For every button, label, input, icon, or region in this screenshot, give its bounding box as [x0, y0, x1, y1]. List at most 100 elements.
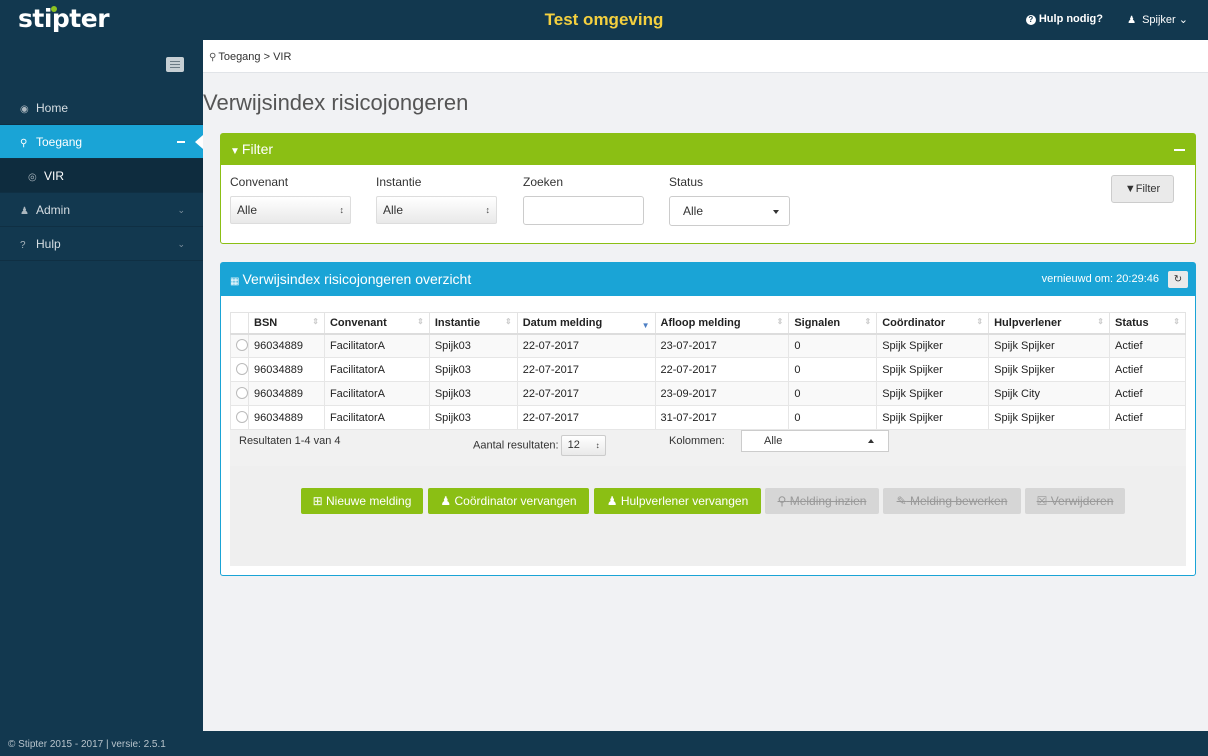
filter-icon: ▼: [1124, 183, 1136, 195]
table-row[interactable]: 96034889 FacilitatorA Spijk03 22-07-2017…: [230, 405, 1186, 430]
filter-button-label: Filter: [1135, 183, 1161, 195]
status-select[interactable]: Alle: [669, 196, 790, 226]
status-label: Status: [669, 175, 704, 189]
user-menu[interactable]: ♟ Spijker ⌄: [1127, 13, 1188, 26]
results-info: Resultaten 1-4 van 4: [239, 435, 341, 447]
breadcrumb-text[interactable]: Toegang > VIR: [218, 51, 291, 63]
page-size-value: 12: [567, 439, 580, 451]
zoeken-label: Zoeken: [523, 175, 564, 189]
logo-dot: [51, 6, 57, 12]
columns-label: Kolommen:: [669, 435, 725, 447]
user-icon: ♟: [606, 494, 618, 508]
table-cell: FacilitatorA: [323, 405, 430, 430]
table-cell: Spijk Spijker: [876, 333, 990, 358]
column-header[interactable]: Coördinator ⇕: [876, 312, 990, 335]
replace-caregiver-button[interactable]: ♟ Hulpverlener vervangen: [594, 488, 761, 514]
row-select-cell[interactable]: [230, 405, 249, 430]
row-radio[interactable]: [236, 387, 248, 399]
new-report-button[interactable]: ⊞ Nieuwe melding: [301, 488, 423, 514]
row-select-cell[interactable]: [230, 357, 249, 382]
row-radio[interactable]: [236, 339, 248, 352]
sidebar-item-hulp[interactable]: ? Hulp ⌄: [0, 227, 203, 261]
user-icon: ♟: [20, 206, 29, 217]
edit-icon: ✎: [896, 494, 907, 508]
help-link[interactable]: ? Hulp nodig?: [1025, 13, 1103, 25]
column-header[interactable]: Afloop melding ⇕: [654, 312, 790, 335]
sidebar-item-admin[interactable]: ♟ Admin ⌄: [0, 193, 203, 227]
menu-toggle-icon[interactable]: [166, 57, 184, 72]
replace-coordinator-button[interactable]: ♟ Coördinator vervangen: [428, 488, 589, 514]
filter-panel-header[interactable]: ▼ Filter: [221, 134, 1195, 165]
sidebar-item-toegang[interactable]: ⚲ Toegang: [0, 125, 203, 159]
column-header[interactable]: BSN ⇕: [248, 312, 325, 335]
column-header[interactable]: Convenant ⇕: [323, 312, 430, 335]
table-cell: FacilitatorA: [323, 357, 430, 382]
chevron-down-icon: ⌄: [177, 205, 185, 215]
sort-icon: ⇕: [864, 317, 872, 326]
table-cell: Spijk Spijker: [988, 357, 1110, 382]
table-cell: Spijk03: [428, 405, 518, 430]
page-size-control: Aantal resultaten: 12 ↕: [473, 435, 606, 456]
table-row[interactable]: 96034889 FacilitatorA Spijk03 22-07-2017…: [230, 381, 1186, 406]
table-cell: FacilitatorA: [323, 333, 430, 358]
button-label: Nieuwe melding: [326, 494, 412, 508]
column-header[interactable]: Datum melding ▼: [516, 312, 656, 335]
sort-icon: ⇕: [312, 317, 319, 326]
row-radio[interactable]: [236, 363, 248, 375]
row-select-cell[interactable]: [230, 333, 249, 358]
table-cell: 96034889: [248, 381, 325, 406]
collapse-icon[interactable]: [1174, 149, 1185, 151]
convenant-label: Convenant: [230, 175, 289, 189]
search-input[interactable]: [523, 196, 644, 225]
column-header[interactable]: Signalen ⇕: [788, 312, 878, 335]
caret-up-icon: [868, 439, 874, 443]
column-header[interactable]: Instantie ⇕: [428, 312, 518, 335]
column-header-label: Coördinator: [882, 316, 946, 329]
table-icon: ▦: [230, 276, 240, 287]
page-title: Verwijsindex risicojongeren: [203, 90, 469, 115]
top-bar: stipter Test omgeving ? Hulp nodig? ♟ Spi…: [0, 0, 1208, 40]
compass-icon: ◎: [28, 172, 37, 183]
column-header[interactable]: Hulpverlener ⇕: [988, 312, 1110, 335]
collapse-icon: [177, 141, 185, 143]
question-icon: ?: [20, 240, 26, 251]
select-column-header: [230, 312, 249, 335]
row-select-cell[interactable]: [230, 381, 249, 406]
sidebar-item-home[interactable]: ◉ Home: [0, 91, 203, 125]
convenant-select-value: Alle: [237, 203, 258, 217]
convenant-select[interactable]: Alle ↕: [230, 196, 351, 224]
delete-button[interactable]: ☒ Verwijderen: [1025, 488, 1125, 514]
table-row[interactable]: 96034889 FacilitatorA Spijk03 22-07-2017…: [230, 357, 1186, 382]
dashboard-icon: ◉: [20, 104, 29, 115]
table-row[interactable]: 96034889 FacilitatorA Spijk03 22-07-2017…: [230, 333, 1186, 358]
table-cell: Spijk03: [428, 357, 518, 382]
results-table: BSN ⇕ Convenant ⇕ Instantie ⇕ Datum melding…: [230, 312, 1186, 430]
column-header[interactable]: Status ⇕: [1109, 312, 1186, 335]
logo[interactable]: stipter: [18, 4, 110, 33]
view-report-button[interactable]: ⚲ Melding inzien: [765, 488, 879, 514]
table-wrapper: BSN ⇕ Convenant ⇕ Instantie ⇕ Datum melding…: [230, 312, 1186, 566]
user-name: Spijker: [1142, 14, 1176, 26]
help-label: Hulp nodig?: [1038, 13, 1103, 25]
instantie-select[interactable]: Alle ↕: [376, 196, 497, 224]
row-radio[interactable]: [236, 411, 248, 423]
edit-report-button[interactable]: ✎ Melding bewerken: [883, 488, 1021, 514]
filter-panel: ▼ Filter Convenant Alle ↕ Instantie Alle ↕ …: [220, 133, 1196, 244]
caret-down-icon: [773, 210, 779, 214]
overview-panel: ▦ Verwijsindex risicojongeren overzicht v…: [220, 262, 1196, 576]
page-size-select[interactable]: 12 ↕: [560, 435, 606, 456]
table-cell: 0: [788, 381, 878, 406]
user-icon: ♟: [440, 494, 452, 508]
columns-select[interactable]: Alle: [741, 430, 889, 452]
table-cell: Actief: [1109, 333, 1186, 358]
sidebar-item-vir[interactable]: ◎ VIR: [0, 159, 203, 193]
sort-icon: ⇕: [417, 317, 424, 326]
column-header-label: Instantie: [434, 316, 481, 329]
select-arrows-icon: ↕: [339, 205, 345, 215]
table-cell: 0: [788, 357, 878, 382]
sort-icon: ⇕: [505, 317, 512, 326]
table-cell: 0: [788, 405, 878, 430]
filter-button[interactable]: ▼Filter: [1111, 175, 1174, 203]
refresh-button[interactable]: ↻: [1168, 271, 1188, 288]
refresh-icon: ↻: [1173, 274, 1183, 285]
